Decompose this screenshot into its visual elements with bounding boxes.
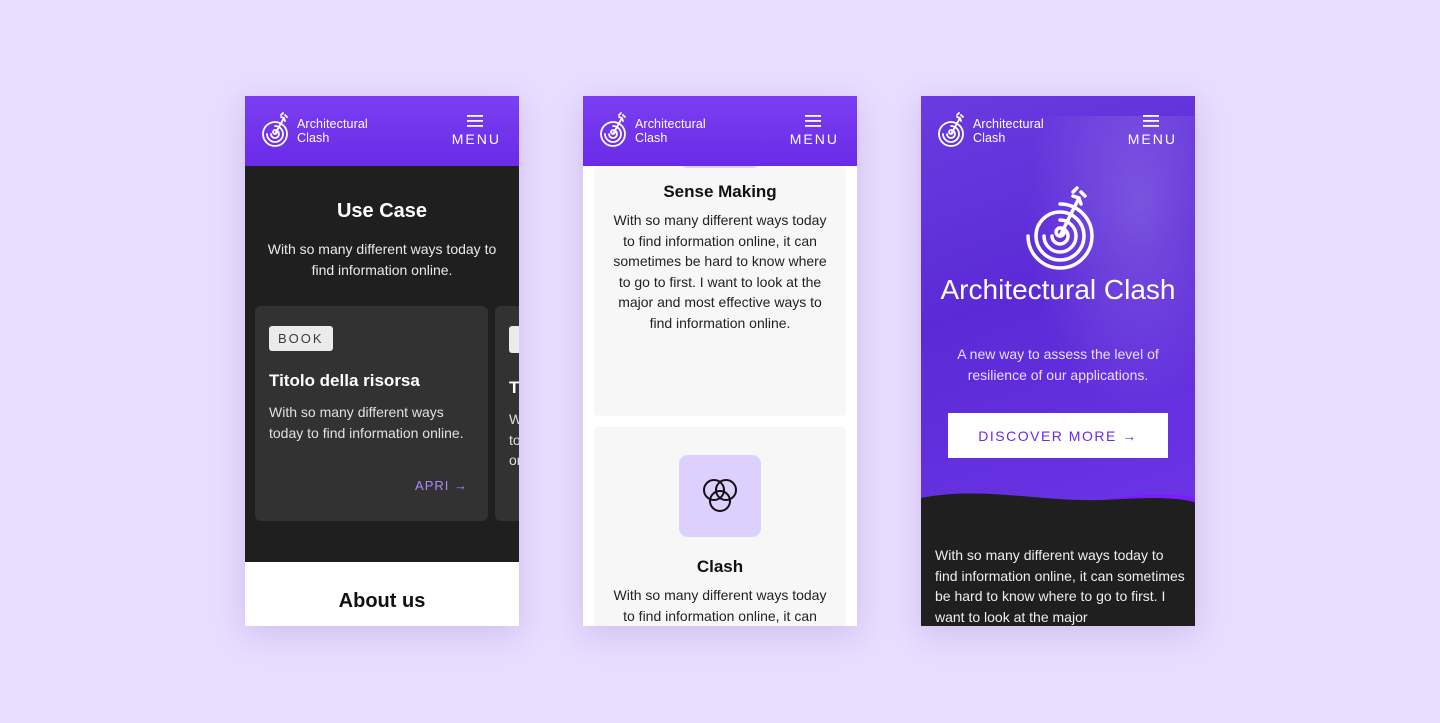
site-header: Architectural Clash MENU <box>921 96 1195 166</box>
feature-title: Clash <box>696 557 744 576</box>
section-title: Use Case <box>336 200 428 222</box>
section-subtitle: With so many different ways today to fin… <box>267 241 497 278</box>
phone-features: Architectural Clash MENU Sense Making Wi… <box>583 96 857 626</box>
site-header: Architectural Clash MENU <box>245 96 519 166</box>
venn-circles-icon <box>703 479 737 512</box>
brand-name-line1: Architectural <box>297 117 368 131</box>
menu-label: MENU <box>789 131 839 147</box>
brand-logo[interactable]: Architectural Clash <box>934 112 1063 150</box>
phone-use-case: Architectural Clash MENU Use Case With s… <box>245 96 519 626</box>
feature-card: Clash With so many different ways today … <box>594 427 846 626</box>
resource-card[interactable]: BOOK Titolo della risorsa With so many d… <box>255 306 488 521</box>
resource-title: Titolo della risorsa <box>269 371 420 390</box>
resource-description: Wi to or <box>509 411 519 468</box>
feature-title: Sense Making <box>663 182 777 201</box>
wave-divider <box>921 493 1195 516</box>
brand-name-line2: Clash <box>297 131 330 145</box>
menu-label: MENU <box>1127 131 1177 147</box>
about-section: About us <box>245 562 519 626</box>
resource-tag: BOOK <box>269 326 333 351</box>
phone-hero: Architectural Clash A new way to assess … <box>921 96 1195 626</box>
site-header: Architectural Clash MENU <box>583 96 857 166</box>
resource-card-partial[interactable]: Ti Wi to or <box>495 306 519 521</box>
spiral-logo-icon <box>600 112 626 147</box>
spiral-logo-icon <box>1026 186 1094 270</box>
brand-name-line2: Clash <box>635 131 668 145</box>
menu-button[interactable]: MENU <box>450 115 501 147</box>
open-resource-link[interactable]: APRI → <box>415 478 468 493</box>
about-title: About us <box>338 590 426 612</box>
brand-logo[interactable]: Architectural Clash <box>258 112 387 150</box>
resource-tag <box>509 326 519 353</box>
discover-more-button[interactable]: DISCOVER MORE → <box>948 413 1168 458</box>
hamburger-icon <box>1143 115 1160 127</box>
feature-description: With so many different ways today to fin… <box>613 212 827 331</box>
hero-subtitle: A new way to assess the level of resilie… <box>957 346 1159 383</box>
spiral-logo-icon <box>262 112 288 147</box>
brand-name-line1: Architectural <box>635 117 706 131</box>
brand-name-line2: Clash <box>973 131 1006 145</box>
brand-name-line1: Architectural <box>973 117 1044 131</box>
hamburger-icon <box>467 115 484 127</box>
resource-title: Ti <box>509 378 519 397</box>
spiral-logo-icon <box>938 112 964 147</box>
brand-logo[interactable]: Architectural Clash <box>596 112 725 150</box>
resource-description: With so many different ways today to fin… <box>269 404 464 441</box>
menu-button[interactable]: MENU <box>788 115 839 147</box>
hero-title: Architectural Clash <box>940 274 1176 305</box>
menu-label: MENU <box>451 131 501 147</box>
body-text: With so many different ways today to fin… <box>935 547 1185 625</box>
feature-description: With so many different ways today to fin… <box>613 587 827 624</box>
menu-button[interactable]: MENU <box>1126 115 1177 147</box>
hamburger-icon <box>805 115 822 127</box>
feature-icon-tile <box>679 455 761 537</box>
